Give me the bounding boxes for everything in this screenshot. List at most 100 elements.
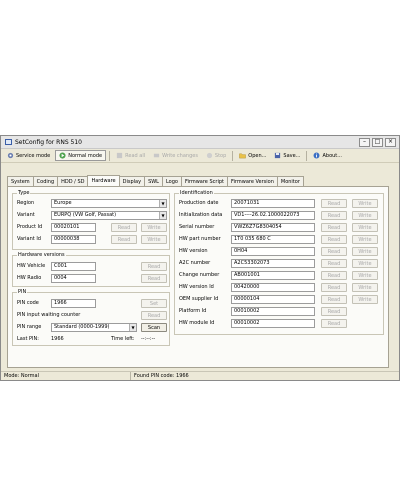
type-group-title: Type — [17, 190, 31, 196]
variant-id-write-button[interactable]: Write — [141, 235, 167, 244]
identification-field[interactable]: A2C53302073 — [231, 259, 315, 268]
identification-label: Platform Id — [179, 308, 207, 314]
hw-vehicle-field[interactable]: C001 — [51, 262, 96, 271]
identification-group: Identification Production date 20071031 Re… — [174, 190, 384, 335]
tab-logo[interactable]: Logo — [161, 176, 182, 186]
service-mode-button[interactable]: Service mode — [4, 150, 53, 161]
close-button[interactable]: × — [385, 137, 396, 147]
hw-radio-field[interactable]: 0004 — [51, 274, 96, 283]
identification-write-button[interactable]: Write — [352, 223, 378, 232]
setconfig-window: SetConfig for RNS 510 – □ × Service mode… — [0, 135, 400, 381]
identification-write-button[interactable]: Write — [352, 211, 378, 220]
chevron-down-icon: ▼ — [159, 200, 166, 207]
variant-id-field[interactable]: 00000038 — [51, 235, 96, 244]
identification-field[interactable]: 20071031 — [231, 199, 315, 208]
identification-read-button[interactable]: Read — [321, 247, 347, 256]
tab-hdd-sd[interactable]: HDD / SD — [57, 176, 89, 186]
pin-set-button[interactable]: Set — [141, 299, 167, 308]
write-changes-button[interactable]: Write changes — [150, 150, 201, 161]
identification-read-button[interactable]: Read — [321, 295, 347, 304]
tab-system[interactable]: System — [7, 176, 34, 186]
play-icon — [59, 152, 66, 159]
identification-write-button[interactable]: Write — [352, 271, 378, 280]
identification-read-button[interactable]: Read — [321, 259, 347, 268]
toolbar: Service mode Normal mode Read all Write … — [1, 149, 399, 163]
identification-field[interactable]: VD1----26.02.1000022073 — [231, 211, 315, 220]
tab-monitor[interactable]: Monitor — [276, 176, 304, 186]
pin-waiting-read-button[interactable]: Read — [141, 311, 167, 320]
pin-group-title: PIN — [17, 289, 28, 295]
tab-firmware-version[interactable]: Firmware Version — [226, 176, 278, 186]
identification-read-button[interactable]: Read — [321, 235, 347, 244]
pin-scan-button[interactable]: Scan — [141, 323, 167, 332]
tab-firmware-script[interactable]: Firmware Script — [180, 176, 228, 186]
pin-code-field[interactable]: 1966 — [51, 299, 96, 308]
tab-coding[interactable]: Coding — [32, 176, 59, 186]
write-icon — [154, 153, 160, 158]
pin-range-select[interactable]: Standard (0000-1999) ▼ — [51, 323, 137, 332]
identification-write-button[interactable]: Write — [352, 235, 378, 244]
identification-label: HW module Id — [179, 320, 215, 326]
region-label: Region — [17, 200, 35, 206]
variant-value: EURPQ (VW Golf, Passat) — [54, 212, 117, 218]
variant-id-read-button[interactable]: Read — [111, 235, 137, 244]
identification-write-button[interactable]: Write — [352, 295, 378, 304]
identification-read-button[interactable]: Read — [321, 319, 347, 328]
last-pin-value: 1966 — [51, 336, 64, 342]
maximize-button[interactable]: □ — [372, 137, 383, 147]
hw-radio-read-button[interactable]: Read — [141, 274, 167, 283]
product-id-field[interactable]: 00020101 — [51, 223, 96, 232]
identification-read-button[interactable]: Read — [321, 307, 347, 316]
variant-select[interactable]: EURPQ (VW Golf, Passat) ▼ — [51, 211, 167, 220]
identification-read-button[interactable]: Read — [321, 271, 347, 280]
identification-write-button[interactable]: Write — [352, 199, 378, 208]
identification-field[interactable]: 00000104 — [231, 295, 315, 304]
folder-icon — [239, 153, 247, 159]
identification-field[interactable]: VWZ6Z7G8304054 — [231, 223, 315, 232]
identification-field[interactable]: 00010002 — [231, 307, 315, 316]
region-select[interactable]: Europe ▼ — [51, 199, 167, 208]
about-button[interactable]: About... — [310, 150, 345, 161]
hw-radio-label: HW Radio — [17, 275, 42, 281]
hw-vehicle-label: HW Vehicle — [17, 263, 46, 269]
read-all-button[interactable]: Read all — [113, 150, 148, 161]
hardware-versions-title: Hardware versions — [17, 252, 66, 258]
identification-write-button[interactable]: Write — [352, 283, 378, 292]
identification-read-button[interactable]: Read — [321, 211, 347, 220]
identification-read-button[interactable]: Read — [321, 199, 347, 208]
tab-hardware[interactable]: Hardware — [87, 175, 120, 186]
normal-mode-button[interactable]: Normal mode — [55, 150, 107, 161]
identification-field[interactable]: AB001001 — [231, 271, 315, 280]
hw-vehicle-read-button[interactable]: Read — [141, 262, 167, 271]
identification-label: HW part number — [179, 236, 221, 242]
identification-field[interactable]: 00420000 — [231, 283, 315, 292]
stop-button[interactable]: Stop — [203, 150, 229, 161]
title-bar: SetConfig for RNS 510 – □ × — [1, 136, 399, 149]
pin-waiting-counter-label: PIN input waiting counter — [17, 312, 81, 318]
identification-write-button[interactable]: Write — [352, 259, 378, 268]
identification-write-button[interactable]: Write — [352, 247, 378, 256]
identification-field[interactable]: 0H04 — [231, 247, 315, 256]
tab-display[interactable]: Display — [118, 176, 146, 186]
identification-label: Change number — [179, 272, 220, 278]
save-label: Save... — [283, 152, 301, 159]
product-id-read-button[interactable]: Read — [111, 223, 137, 232]
minimize-button[interactable]: – — [359, 137, 370, 147]
window-title: SetConfig for RNS 510 — [15, 138, 82, 146]
tab-swl[interactable]: SWL — [144, 176, 163, 186]
open-label: Open... — [248, 152, 267, 159]
variant-id-label: Variant Id — [17, 236, 41, 242]
identification-field[interactable]: 1T0 035 680 C — [231, 235, 315, 244]
identification-label: HW version — [179, 248, 208, 254]
open-button[interactable]: Open... — [236, 150, 269, 161]
status-mode: Mode: Normal — [4, 373, 39, 379]
identification-read-button[interactable]: Read — [321, 283, 347, 292]
save-button[interactable]: Save... — [271, 150, 303, 161]
service-mode-label: Service mode — [16, 152, 51, 159]
identification-read-button[interactable]: Read — [321, 223, 347, 232]
identification-field[interactable]: 00010002 — [231, 319, 315, 328]
chevron-down-icon: ▼ — [159, 212, 166, 219]
product-id-write-button[interactable]: Write — [141, 223, 167, 232]
identification-label: HW version Id — [179, 284, 214, 290]
region-value: Europe — [54, 200, 72, 206]
